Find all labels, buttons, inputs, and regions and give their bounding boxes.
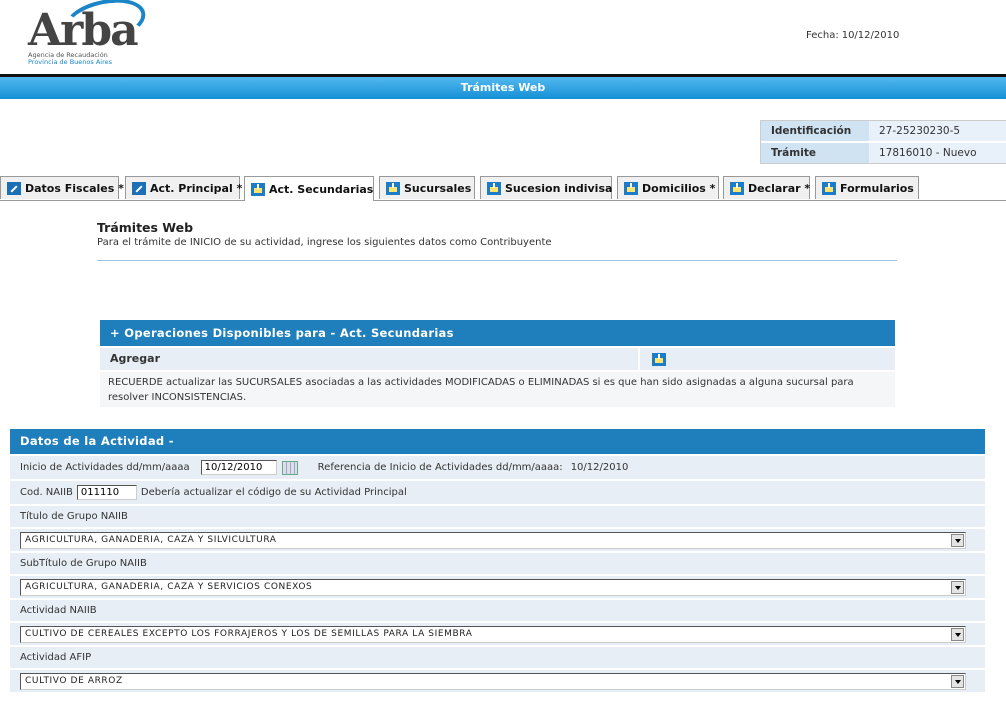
actividad-afip-label-row: Actividad AFIP xyxy=(10,647,985,668)
date-display: Fecha: 10/12/2010 xyxy=(806,30,899,41)
tramite-label: Trámite xyxy=(761,143,869,163)
tab-label: Act. Secundarias xyxy=(269,182,374,196)
inicio-date-input[interactable] xyxy=(200,460,277,475)
naiib-note: Debería actualizar el código de su Activ… xyxy=(140,487,407,498)
subtitulo-grupo-select[interactable]: AGRICULTURA, GANADERIA, CAZA Y SERVICIOS… xyxy=(20,578,966,596)
naiib-label: Cod. NAIIB xyxy=(20,487,73,498)
tab-label: Sucursales xyxy=(404,181,472,195)
dropdown-arrow-icon[interactable] xyxy=(951,580,964,594)
pencil-icon xyxy=(7,181,21,195)
select-value: CULTIVO DE CEREALES EXCEPTO LOS FORRAJER… xyxy=(25,629,473,639)
tab-label: Declarar * xyxy=(748,181,811,195)
dropdown-arrow-icon[interactable] xyxy=(951,627,964,641)
section-divider xyxy=(97,260,897,261)
inicio-label: Inicio de Actividades dd/mm/aaaa xyxy=(20,462,190,473)
datos-actividad-header[interactable]: Datos de la Actividad - xyxy=(10,429,985,454)
titulo-grupo-label: Título de Grupo NAIIB xyxy=(20,511,128,522)
inicio-row: Inicio de Actividades dd/mm/aaaa Referen… xyxy=(10,456,985,479)
tab-sucursales[interactable]: Sucursales xyxy=(379,176,475,199)
arba-logo: Arba Agencia de Recaudación Provincia de… xyxy=(24,0,150,70)
banner-title: Trámites Web xyxy=(0,77,1006,99)
section-title: Trámites Web xyxy=(97,220,194,235)
dropdown-arrow-icon[interactable] xyxy=(951,533,964,547)
tab-bar: Datos Fiscales * Act. Principal * Act. S… xyxy=(0,176,1006,201)
tab-label: Domicilios * xyxy=(642,181,716,195)
tray-icon xyxy=(386,181,400,195)
logo-wordmark: Arba xyxy=(28,5,139,56)
tab-label: Datos Fiscales * xyxy=(25,181,124,195)
date-value: 10/12/2010 xyxy=(841,30,900,41)
id-row-tramite: Trámite 17816010 - Nuevo xyxy=(761,143,1006,163)
tab-label: Sucesion indivisa xyxy=(505,181,613,195)
tab-declarar[interactable]: Declarar * xyxy=(723,176,810,199)
actividad-naiib-label-row: Actividad NAIIB xyxy=(10,600,985,621)
tramite-value: 17816010 - Nuevo xyxy=(869,143,1006,163)
actividad-naiib-select-row: CULTIVO DE CEREALES EXCEPTO LOS FORRAJER… xyxy=(10,623,985,645)
operaciones-header[interactable]: + Operaciones Disponibles para - Act. Se… xyxy=(100,320,895,346)
naiib-code-input[interactable] xyxy=(76,485,137,500)
section-subtitle: Para el trámite de INICIO de su activida… xyxy=(97,237,552,248)
referencia-value: 10/12/2010 xyxy=(570,462,629,473)
agregar-cell xyxy=(640,348,670,370)
id-row-identificacion: Identificación 27-25230230-5 xyxy=(761,121,1006,143)
titulo-grupo-select[interactable]: AGRICULTURA, GANADERIA, CAZA Y SILVICULT… xyxy=(20,531,966,549)
pencil-icon xyxy=(132,181,146,195)
id-label: Identificación xyxy=(761,121,869,141)
dropdown-arrow-icon[interactable] xyxy=(951,674,964,688)
tab-label: Formularios xyxy=(840,181,914,195)
actividad-afip-select[interactable]: CULTIVO DE ARROZ xyxy=(20,672,966,690)
actividad-naiib-label: Actividad NAIIB xyxy=(20,605,97,616)
datos-actividad-panel: Datos de la Actividad - Inicio de Activi… xyxy=(10,429,985,692)
select-value: AGRICULTURA, GANADERIA, CAZA Y SILVICULT… xyxy=(25,535,277,545)
naiib-row: Cod. NAIIB Debería actualizar el código … xyxy=(10,481,985,504)
tab-sucesion-indivisa[interactable]: Sucesion indivisa xyxy=(480,176,612,199)
logo-subtitle-2: Provincia de Buenos Aires xyxy=(28,58,112,66)
titulo-grupo-label-row: Título de Grupo NAIIB xyxy=(10,506,985,527)
select-value: CULTIVO DE ARROZ xyxy=(25,676,123,686)
actividad-afip-label: Actividad AFIP xyxy=(20,652,92,663)
tab-act-secundarias[interactable]: Act. Secundarias xyxy=(244,176,374,201)
tray-icon xyxy=(730,181,744,195)
titulo-grupo-select-row: AGRICULTURA, GANADERIA, CAZA Y SILVICULT… xyxy=(10,529,985,551)
actividad-naiib-select[interactable]: CULTIVO DE CEREALES EXCEPTO LOS FORRAJER… xyxy=(20,625,966,643)
subtitulo-grupo-label-row: SubTítulo de Grupo NAIIB xyxy=(10,553,985,574)
select-value: AGRICULTURA, GANADERIA, CAZA Y SERVICIOS… xyxy=(25,582,313,592)
tray-icon xyxy=(624,181,638,195)
tab-label: Act. Principal * xyxy=(150,181,243,195)
operaciones-panel: + Operaciones Disponibles para - Act. Se… xyxy=(100,320,895,407)
subtitulo-grupo-select-row: AGRICULTURA, GANADERIA, CAZA Y SERVICIOS… xyxy=(10,576,985,598)
tray-icon xyxy=(822,181,836,195)
tab-domicilios[interactable]: Domicilios * xyxy=(617,176,719,199)
tray-icon xyxy=(487,181,501,195)
tab-datos-fiscales[interactable]: Datos Fiscales * xyxy=(0,176,124,199)
agregar-label: Agregar xyxy=(100,348,640,370)
calendar-icon[interactable] xyxy=(281,460,298,475)
agregar-row: Agregar xyxy=(100,348,895,370)
subtitulo-grupo-label: SubTítulo de Grupo NAIIB xyxy=(20,558,147,569)
tab-act-principal[interactable]: Act. Principal * xyxy=(125,176,243,199)
referencia-label: Referencia de Inicio de Actividades dd/m… xyxy=(317,462,563,473)
identification-box: Identificación 27-25230230-5 Trámite 178… xyxy=(760,120,1006,164)
tab-formularios[interactable]: Formularios xyxy=(815,176,919,199)
add-tray-icon[interactable] xyxy=(652,352,666,366)
id-value: 27-25230230-5 xyxy=(869,121,1006,141)
date-label: Fecha: xyxy=(806,30,839,41)
actividad-afip-select-row: CULTIVO DE ARROZ xyxy=(10,670,985,692)
tray-icon xyxy=(251,182,265,196)
recuerde-note: RECUERDE actualizar las SUCURSALES asoci… xyxy=(100,372,895,407)
